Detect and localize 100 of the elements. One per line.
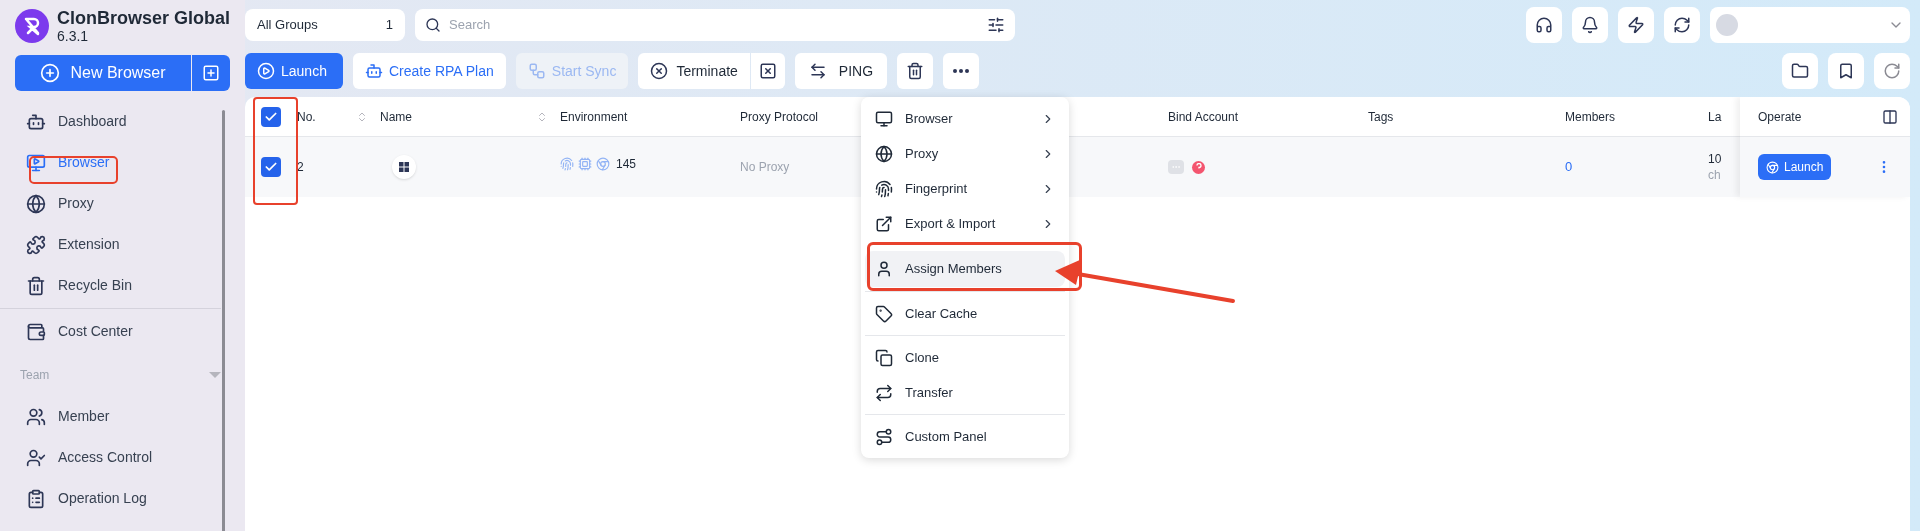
menu-item[interactable]: Transfer (865, 375, 1065, 410)
users-icon (26, 406, 46, 427)
search-input[interactable]: Search (449, 15, 979, 35)
table-cell-text: 10 (1708, 151, 1723, 167)
user-check-icon (26, 447, 46, 468)
members-link[interactable]: 0 (1565, 159, 1573, 175)
filter-icon[interactable] (987, 16, 1005, 34)
menu-item[interactable]: Browser (865, 101, 1065, 136)
copy-icon (875, 348, 893, 367)
new-browser-button[interactable]: New Browser (15, 55, 191, 91)
tag-icon (875, 304, 893, 323)
bell-button[interactable] (1572, 7, 1608, 43)
column-header[interactable]: Environment (560, 107, 728, 126)
nav-item[interactable]: Recycle Bin (0, 265, 221, 306)
trash-icon (906, 62, 925, 80)
toolbar-button[interactable]: Launch (245, 53, 343, 89)
close-circle-icon (650, 62, 669, 80)
launch-button[interactable]: Launch (1758, 154, 1832, 180)
user-icon (875, 260, 893, 278)
search-icon (425, 17, 441, 33)
toolbar-button[interactable]: PING (794, 53, 888, 89)
nav-item[interactable]: Cost Center (0, 311, 221, 352)
nav-item[interactable]: Member (0, 396, 221, 437)
menu-item[interactable]: Clone (865, 335, 1065, 375)
bookmark-icon (1837, 62, 1855, 80)
group-label: All Groups (257, 16, 318, 35)
play-icon (257, 62, 275, 80)
trash-button[interactable] (897, 53, 934, 89)
column-header[interactable]: Tags (1368, 107, 1553, 126)
menu-item[interactable]: Fingerprint (865, 171, 1065, 206)
monitor-icon (875, 109, 893, 128)
lightning-icon (1627, 16, 1645, 34)
chrome-icon (1766, 160, 1779, 174)
more-icon (953, 69, 970, 73)
chip-icon (578, 157, 592, 171)
toolbar-button[interactable]: Create RPA Plan (353, 53, 506, 89)
app-version: 6.3.1 (57, 28, 90, 44)
lightning-button[interactable] (1618, 7, 1654, 43)
folder-icon (1791, 62, 1809, 80)
menu-item[interactable]: Assign Members (865, 251, 1065, 287)
checkbox[interactable] (261, 157, 281, 177)
sync-icon (527, 62, 546, 80)
batch-add-button[interactable] (192, 55, 230, 91)
menu-item[interactable]: Export & Import (865, 206, 1065, 241)
external-link-icon (875, 214, 893, 233)
group-selector[interactable]: All Groups 1 (245, 9, 405, 41)
more-button[interactable] (943, 53, 980, 89)
headset-button[interactable] (1526, 7, 1562, 43)
refresh-button[interactable] (1874, 53, 1910, 89)
search-bar[interactable]: Search (415, 9, 1015, 41)
close-square-icon (758, 62, 777, 80)
column-header[interactable]: Name (380, 107, 548, 126)
help-icon (1192, 160, 1205, 174)
terminate-button[interactable]: Terminate (638, 53, 750, 89)
windows-icon (392, 155, 416, 179)
fingerprint-icon (875, 179, 893, 198)
group-count: 1 (385, 16, 393, 35)
sync-icon (1673, 16, 1691, 34)
route-icon (875, 427, 893, 446)
column-header[interactable]: Members (1565, 107, 1696, 126)
nav-item[interactable]: Operation Log (0, 478, 221, 519)
globe-icon (875, 144, 893, 163)
table-cell-text: ch (1708, 167, 1722, 183)
plus-square-icon (202, 64, 220, 82)
swap-icon (808, 62, 827, 80)
plus-icon (40, 63, 61, 83)
monitor-icon (26, 152, 46, 173)
bookmark-button[interactable] (1828, 53, 1864, 89)
swap-icon (875, 383, 893, 402)
globe-icon (26, 193, 46, 214)
nav-item[interactable]: Access Control (0, 437, 221, 478)
nav-item[interactable]: Extension (0, 224, 221, 265)
column-header[interactable]: La (1708, 107, 1728, 126)
nav-item[interactable]: Proxy (0, 183, 221, 224)
folder-button[interactable] (1782, 53, 1818, 89)
scrollbar[interactable] (222, 110, 225, 531)
check-icon (264, 160, 278, 174)
column-header[interactable]: No. (297, 107, 368, 126)
wallet-icon (26, 321, 46, 342)
robot-icon (365, 62, 383, 80)
section-title: Team (20, 367, 50, 384)
puzzle-icon (26, 234, 46, 255)
sync-button[interactable] (1664, 7, 1700, 43)
menu-item[interactable]: Clear Cache (865, 291, 1065, 331)
column-header[interactable]: Bind Account (1168, 107, 1356, 126)
logo-icon (15, 9, 49, 43)
avatar-icon (1716, 14, 1738, 36)
clipboard-icon (26, 488, 46, 509)
table-cell: No Proxy (740, 160, 790, 174)
terminate-all-button[interactable] (750, 53, 785, 89)
nav-item[interactable]: Browser (0, 142, 221, 183)
menu-item[interactable]: Custom Panel (865, 414, 1065, 454)
nav-item[interactable]: Dashboard (0, 101, 221, 142)
columns-icon[interactable] (1882, 108, 1898, 125)
menu-item[interactable]: Proxy (865, 136, 1065, 171)
trash-icon (26, 275, 46, 296)
column-header[interactable]: Operate (1758, 107, 1802, 126)
refresh-icon (1883, 62, 1901, 80)
checkbox[interactable] (261, 106, 281, 127)
table-cell: 2 (297, 160, 304, 174)
